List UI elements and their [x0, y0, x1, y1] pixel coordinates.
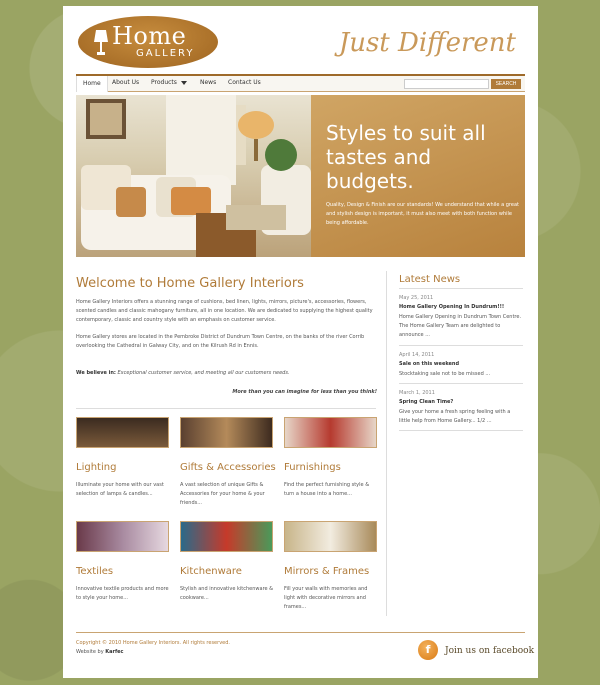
news-date: March 1, 2011: [399, 390, 435, 396]
gifts-thumbnail[interactable]: [180, 417, 273, 448]
footer-divider: [76, 632, 525, 633]
mirrors-thumbnail[interactable]: [284, 521, 377, 552]
category-title-kitchenware[interactable]: Kitchenware: [180, 566, 242, 577]
nav-contact-us[interactable]: Contact Us: [228, 79, 261, 86]
page-container: Home GALLERY Just Different Home About U…: [63, 6, 538, 678]
welcome-title: Welcome to Home Gallery Interiors: [76, 276, 304, 291]
latest-news-title: Latest News: [399, 274, 461, 285]
believe-label: We believe in:: [76, 370, 116, 376]
news-divider: [399, 288, 523, 289]
website-credit-link[interactable]: Karfec: [105, 649, 123, 655]
website-credit: Website by Karfec: [76, 649, 124, 655]
category-desc-furnishings: Find the perfect furnishing style & turn…: [284, 482, 370, 497]
search-button[interactable]: SEARCH: [491, 79, 521, 89]
category-title-textiles[interactable]: Textiles: [76, 566, 113, 577]
believe-text: Exceptional customer service, and meetin…: [117, 370, 290, 376]
facebook-link[interactable]: Join us on facebook: [445, 646, 534, 656]
news-excerpt: Home Gallery Opening in Dundrum Town Cen…: [399, 314, 522, 338]
category-title-furnishings[interactable]: Furnishings: [284, 462, 341, 473]
category-desc-kitchenware: Stylish and innovative kitchenware & coo…: [180, 586, 274, 601]
search-input[interactable]: [404, 79, 489, 89]
website-credit-label: Website by: [76, 649, 104, 655]
welcome-text: Home Gallery Interiors offers a stunning…: [76, 298, 376, 359]
hero-living-room-image: [76, 95, 311, 257]
tagline: Just Different: [338, 28, 516, 58]
news-headline-link[interactable]: Spring Clean Time?: [399, 399, 453, 405]
chevron-down-icon: [180, 80, 187, 85]
news-headline-link[interactable]: Sale on this weekend: [399, 361, 459, 367]
nav-home[interactable]: Home: [76, 76, 108, 92]
news-divider: [399, 383, 523, 384]
nav-products-label: Products: [151, 79, 177, 86]
hero-headline: Styles to suit all tastes and budgets.: [326, 121, 486, 193]
lighting-thumbnail[interactable]: [76, 417, 169, 448]
welcome-paragraph-1: Home Gallery Interiors offers a stunning…: [76, 299, 373, 323]
column-divider: [386, 271, 387, 616]
believe-statement: We believe in: Exceptional customer serv…: [76, 370, 376, 376]
category-title-lighting[interactable]: Lighting: [76, 462, 116, 473]
category-desc-textiles: Innovative textile products and more to …: [76, 586, 169, 601]
logo[interactable]: Home GALLERY: [78, 16, 218, 68]
copyright-text: Copyright © 2010 Home Gallery Interiors.…: [76, 640, 230, 646]
category-title-mirrors[interactable]: Mirrors & Frames: [284, 566, 369, 577]
nav-news[interactable]: News: [200, 79, 216, 86]
category-title-gifts[interactable]: Gifts & Accessories: [180, 462, 276, 473]
hero-caption: Quality, Design & Finish are our standar…: [326, 202, 519, 226]
furnishings-thumbnail[interactable]: [284, 417, 377, 448]
header: Home GALLERY Just Different: [63, 6, 538, 74]
category-desc-lighting: Illuminate your home with our vast selec…: [76, 482, 164, 497]
logo-home-text: Home: [112, 22, 187, 50]
news-date: April 14, 2011: [399, 352, 435, 358]
category-desc-mirrors: Fill your walls with memories and light …: [284, 586, 368, 610]
divider: [76, 408, 376, 409]
news-excerpt: Give your home a fresh spring feeling wi…: [399, 409, 511, 424]
lamp-icon: [94, 30, 108, 55]
facebook-icon[interactable]: f: [418, 640, 438, 660]
slogan: More than you can imagine for less than …: [232, 389, 377, 395]
news-divider: [399, 430, 523, 431]
news-headline-link[interactable]: Home Gallery Opening In Dundrum!!!: [399, 304, 504, 310]
living-room-illustration: [81, 95, 311, 257]
textiles-thumbnail[interactable]: [76, 521, 169, 552]
category-desc-gifts: A vast selection of unique Gifts & Acces…: [180, 482, 265, 506]
welcome-paragraph-2: Home Gallery stores are located in the P…: [76, 334, 365, 349]
nav-about-us[interactable]: About Us: [112, 79, 139, 86]
nav-products[interactable]: Products: [151, 79, 187, 86]
news-divider: [399, 345, 523, 346]
news-date: May 25, 2011: [399, 295, 434, 301]
news-excerpt: Stocktaking sale not to be missed ...: [399, 371, 491, 377]
hero-banner: Styles to suit all tastes and budgets. Q…: [76, 95, 525, 257]
kitchenware-thumbnail[interactable]: [180, 521, 273, 552]
logo-gallery-text: GALLERY: [136, 48, 195, 59]
